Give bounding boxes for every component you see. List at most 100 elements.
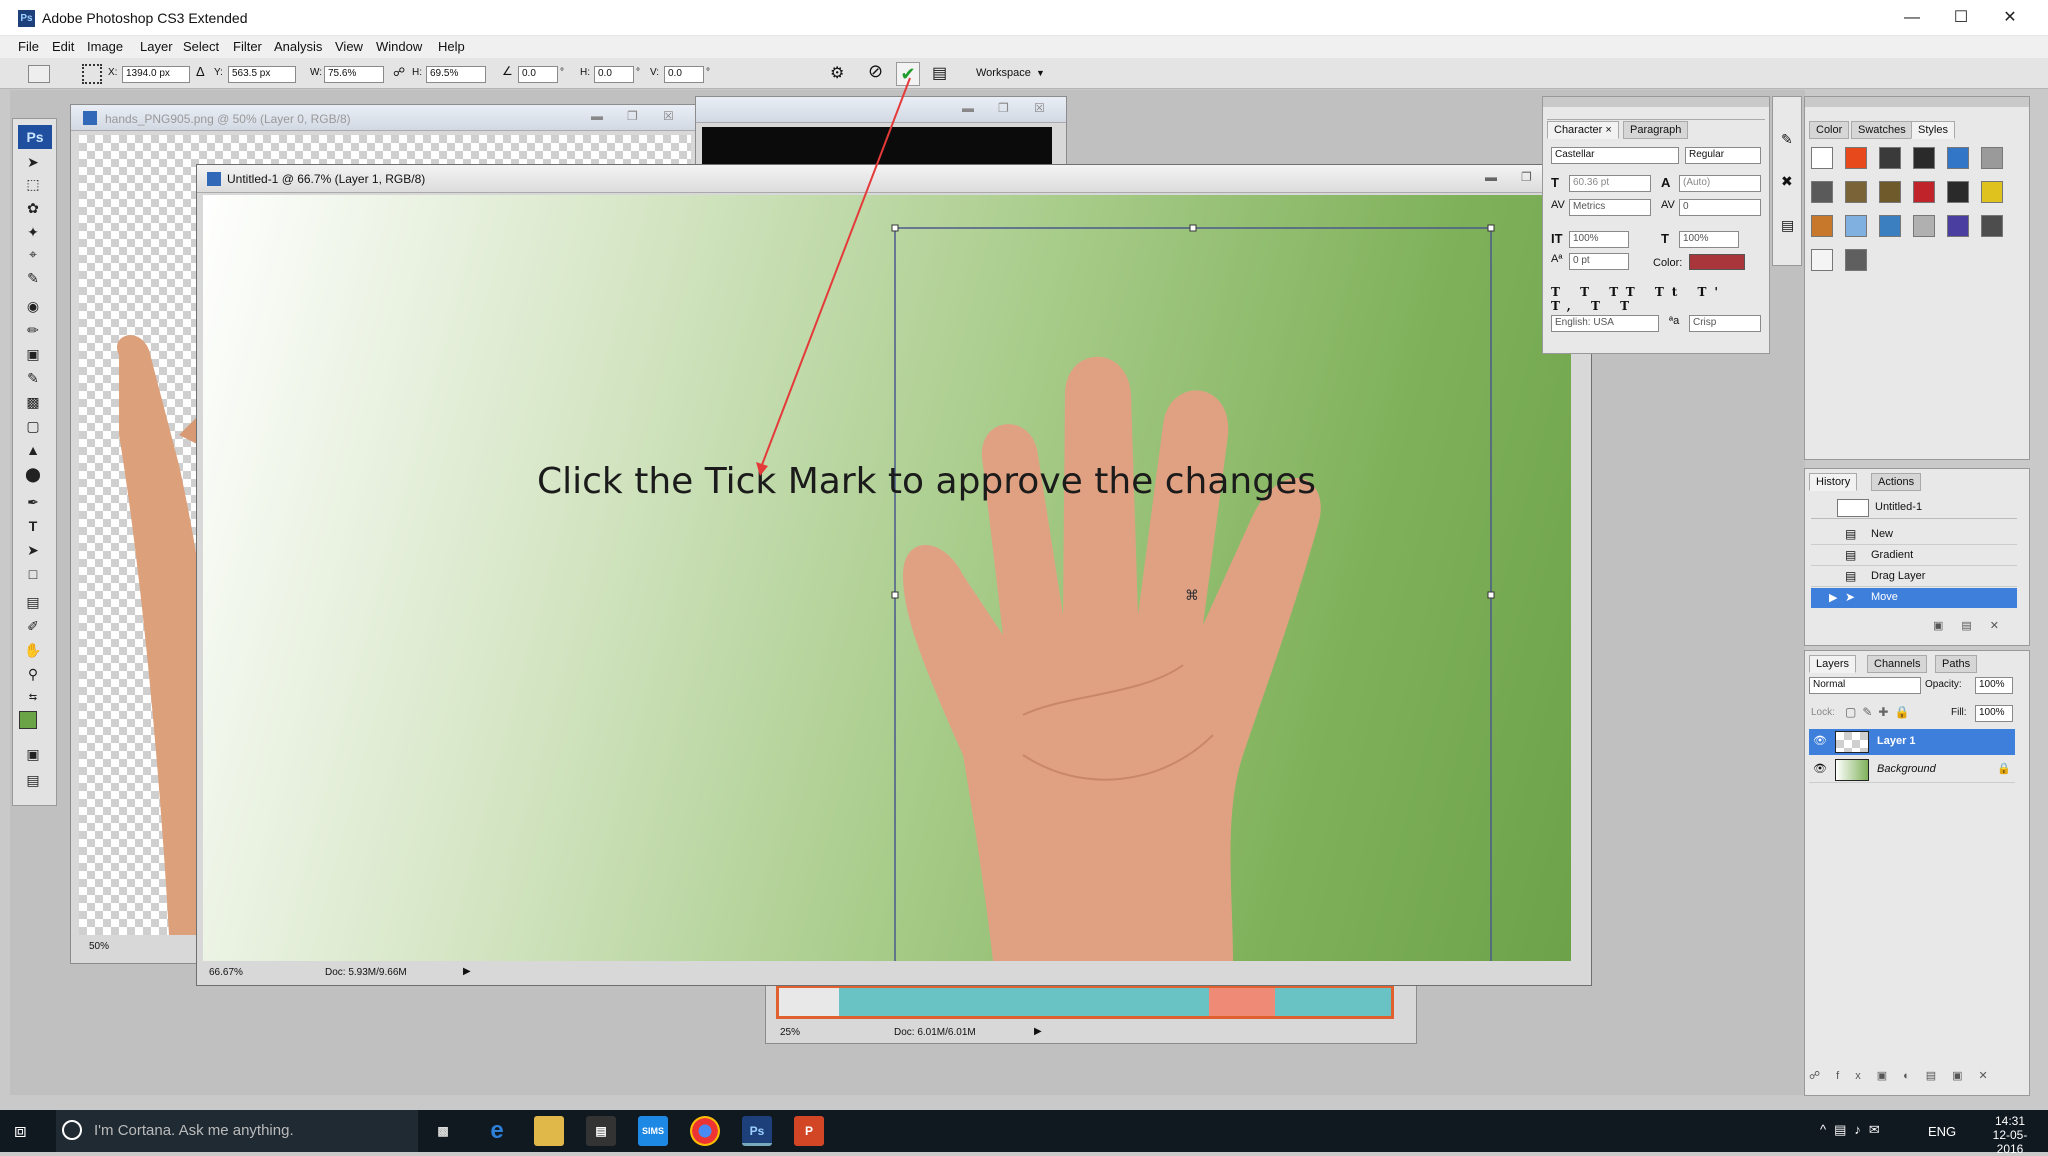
menu-select[interactable]: Select (183, 39, 219, 54)
maximize-button[interactable]: ☐ (1937, 0, 1985, 36)
stamp-tool-icon[interactable]: ▣ (23, 345, 43, 363)
map-minimize-icon[interactable]: ▬ (962, 101, 974, 115)
menu-window[interactable]: Window (376, 39, 422, 54)
style-swatch[interactable] (1811, 215, 1833, 237)
visibility-eye-icon[interactable]: 👁 (1813, 762, 1827, 775)
healing-brush-icon[interactable]: ◉ (23, 297, 43, 315)
tracking-field[interactable]: 0 (1679, 199, 1761, 216)
blur-tool-icon[interactable]: ▲ (23, 441, 43, 459)
style-swatch[interactable] (1845, 249, 1867, 271)
tab-color[interactable]: Color (1809, 121, 1850, 139)
tab-paragraph[interactable]: Paragraph (1623, 121, 1689, 139)
vskew-field[interactable]: 0.0 (664, 66, 704, 83)
font-style-select[interactable]: Regular (1685, 147, 1761, 164)
workspace-dropdown-icon[interactable]: ▼ (1036, 68, 1045, 78)
doc-main-restore-icon[interactable]: ❐ (1521, 170, 1532, 184)
visibility-eye-icon[interactable]: 👁 (1813, 734, 1827, 747)
lock-icons[interactable]: ▢✎✚🔒 (1845, 705, 1915, 719)
map-canvas-top[interactable] (702, 127, 1052, 167)
doc-minimize-icon[interactable]: ▬ (591, 109, 603, 123)
hand-tool-icon[interactable]: ✋ (23, 641, 43, 659)
history-item-active[interactable]: ▶ ➤ Move (1811, 588, 2017, 608)
tab-actions[interactable]: Actions (1871, 473, 1922, 491)
style-swatch[interactable] (1947, 181, 1969, 203)
input-language[interactable]: ENG (1928, 1124, 1956, 1139)
text-color-swatch[interactable] (1689, 254, 1745, 270)
photoshop-taskbar-icon[interactable]: Ps (742, 1116, 772, 1146)
menu-file[interactable]: File (18, 39, 39, 54)
bridge-icon[interactable]: ▤ (932, 63, 947, 83)
move-tool-icon[interactable]: ➤ (23, 153, 43, 171)
menu-analysis[interactable]: Analysis (274, 39, 322, 54)
brush-tool-icon[interactable]: ✏ (23, 321, 43, 339)
style-swatch[interactable] (1845, 215, 1867, 237)
map-restore-icon[interactable]: ❐ (998, 101, 1009, 115)
link-icon[interactable]: ☍ (393, 65, 405, 79)
main-canvas[interactable]: ⌘ Click the Tick Mark to approve the cha… (203, 195, 1571, 961)
rotate-field[interactable]: 0.0 (518, 66, 558, 83)
tool-preset-icon[interactable] (28, 65, 50, 83)
eraser-tool-icon[interactable]: ▩ (23, 393, 43, 411)
tray-icons[interactable]: ^▤♪✉ (1820, 1122, 1888, 1138)
menu-edit[interactable]: Edit (52, 39, 74, 54)
style-swatch[interactable] (1947, 215, 1969, 237)
vertical-scale-field[interactable]: 100% (1569, 231, 1629, 248)
chrome-icon[interactable] (690, 1116, 720, 1146)
tab-swatches[interactable]: Swatches (1851, 121, 1913, 139)
style-swatch[interactable] (1811, 249, 1833, 271)
powerpoint-icon[interactable]: P (794, 1116, 824, 1146)
style-swatch[interactable] (1879, 147, 1901, 169)
layer-row-active[interactable]: 👁 Layer 1 (1809, 729, 2015, 755)
y-field[interactable]: 563.5 px (228, 66, 296, 83)
quick-mask-icon[interactable]: ▣ (23, 745, 43, 763)
slice-tool-icon[interactable]: ✎ (23, 269, 43, 287)
edge-icon[interactable]: e (482, 1116, 512, 1146)
menu-help[interactable]: Help (438, 39, 465, 54)
history-item[interactable]: ▤ Gradient (1811, 546, 2017, 566)
crop-tool-icon[interactable]: ⌖ (23, 245, 43, 263)
tab-channels[interactable]: Channels (1867, 655, 1928, 673)
opacity-field[interactable]: 100% (1975, 677, 2013, 694)
style-swatch[interactable] (1811, 147, 1833, 169)
windows-start-icon[interactable]: ⧈ (14, 1120, 27, 1143)
map-zoom[interactable]: 25% (780, 1027, 800, 1038)
pen-tool-icon[interactable]: ✒ (23, 493, 43, 511)
history-item[interactable]: ▤ Drag Layer (1811, 567, 2017, 587)
tab-character[interactable]: Character × (1547, 121, 1619, 139)
sims-icon[interactable]: SIMS (638, 1116, 668, 1146)
kerning-field[interactable]: Metrics (1569, 199, 1651, 216)
language-select[interactable]: English: USA (1551, 315, 1659, 332)
map-status-arrow-icon[interactable]: ▶ (1034, 1026, 1042, 1037)
style-swatch[interactable] (1981, 147, 2003, 169)
history-snapshot[interactable]: Untitled-1 (1811, 497, 2017, 519)
width-field[interactable]: 75.6% (324, 66, 384, 83)
magic-wand-icon[interactable]: ✦ (23, 223, 43, 241)
x-field[interactable]: 1394.0 px (122, 66, 190, 83)
foreground-color-swatch[interactable] (19, 711, 37, 729)
style-swatch[interactable] (1845, 181, 1867, 203)
style-swatch[interactable] (1981, 215, 2003, 237)
style-swatch[interactable] (1879, 215, 1901, 237)
shape-tool-icon[interactable]: □ (23, 565, 43, 583)
minimize-button[interactable]: — (1888, 0, 1936, 36)
style-swatch[interactable] (1913, 181, 1935, 203)
blend-mode-select[interactable]: Normal (1809, 677, 1921, 694)
doc-close-icon[interactable]: ☒ (663, 109, 674, 123)
layer-row[interactable]: 👁 Background 🔒 (1809, 757, 2015, 783)
eyedropper-icon[interactable]: ✐ (23, 617, 43, 635)
cortana-search[interactable]: I'm Cortana. Ask me anything. (56, 1110, 418, 1152)
fill-field[interactable]: 100% (1975, 705, 2013, 722)
commit-transform-checkmark-icon[interactable]: ✔ (896, 62, 920, 86)
tab-styles[interactable]: Styles (1911, 121, 1955, 139)
path-selection-icon[interactable]: ➤ (23, 541, 43, 559)
tab-layers[interactable]: Layers (1809, 655, 1857, 673)
tab-history[interactable]: History (1809, 473, 1858, 491)
height-field[interactable]: 69.5% (426, 66, 486, 83)
menu-filter[interactable]: Filter (233, 39, 262, 54)
font-size-field[interactable]: 60.36 pt (1569, 175, 1651, 192)
reference-point-icon[interactable] (82, 64, 102, 84)
document-window-main[interactable]: Untitled-1 @ 66.7% (Layer 1, RGB/8) ▬ ❐ … (196, 164, 1592, 986)
doc-main-status-arrow-icon[interactable]: ▶ (463, 966, 471, 977)
brushes-icon[interactable]: ✎ (1781, 131, 1793, 148)
screen-mode-icon[interactable]: ▤ (23, 771, 43, 789)
